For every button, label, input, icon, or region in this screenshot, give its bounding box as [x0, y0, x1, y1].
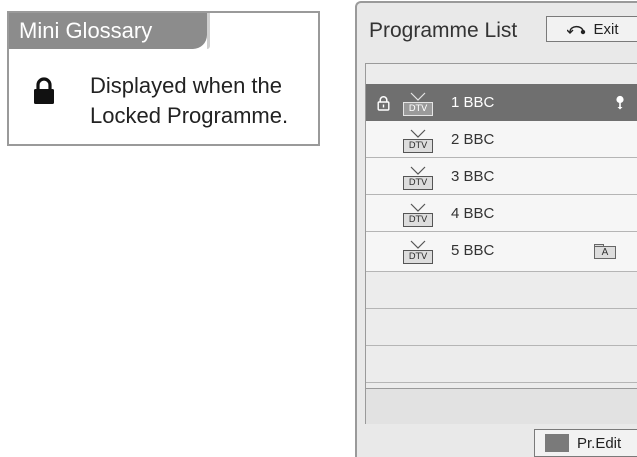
- programme-label: 1 BBC: [451, 94, 495, 111]
- return-arrow-icon: [567, 25, 586, 35]
- empty-row: [366, 346, 637, 383]
- pr-edit-button[interactable]: Pr.Edit: [534, 429, 637, 457]
- glossary-title: Mini Glossary: [9, 13, 210, 49]
- mini-glossary-box: Mini Glossary Displayed when the Locked …: [7, 11, 320, 146]
- programme-label: 3 BBC: [451, 168, 495, 185]
- programme-row[interactable]: DTV 1 BBC: [366, 84, 637, 121]
- empty-row: [366, 272, 637, 309]
- grey-key-icon: [545, 434, 569, 452]
- list-footer-area: [365, 389, 637, 424]
- dtv-icon: DTV: [403, 240, 435, 264]
- exit-label: Exit: [593, 20, 619, 38]
- exit-button[interactable]: Exit: [546, 16, 637, 42]
- lock-icon: [377, 96, 390, 111]
- programme-row[interactable]: DTV 4 BBC: [366, 195, 637, 232]
- programme-list-panel: Programme List Exit DTV 1 BBC DTV 2 BBC …: [355, 1, 637, 457]
- programme-row[interactable]: DTV 3 BBC: [366, 158, 637, 195]
- dtv-icon: DTV: [403, 166, 435, 190]
- favourite-icon: [616, 95, 624, 110]
- panel-title: Programme List: [369, 19, 518, 42]
- glossary-line-1: Displayed when the: [90, 73, 283, 98]
- dtv-icon: DTV: [403, 92, 435, 116]
- lock-icon: [34, 77, 54, 104]
- programme-list: DTV 1 BBC DTV 2 BBC DTV 3 BBC DTV 4 BBC …: [365, 63, 637, 389]
- programme-label: 4 BBC: [451, 205, 495, 222]
- empty-row: [366, 309, 637, 346]
- programme-label: 5 BBC: [451, 242, 495, 259]
- glossary-line-2: Locked Programme.: [90, 103, 289, 128]
- pr-edit-label: Pr.Edit: [577, 434, 622, 452]
- dtv-icon: DTV: [403, 203, 435, 227]
- audio-badge-icon: A: [594, 244, 616, 259]
- dtv-icon: DTV: [403, 129, 435, 153]
- programme-row[interactable]: DTV 5 BBC A: [366, 232, 637, 272]
- programme-label: 2 BBC: [451, 131, 495, 148]
- glossary-description: Displayed when the Locked Programme.: [90, 71, 318, 131]
- programme-row[interactable]: DTV 2 BBC: [366, 121, 637, 158]
